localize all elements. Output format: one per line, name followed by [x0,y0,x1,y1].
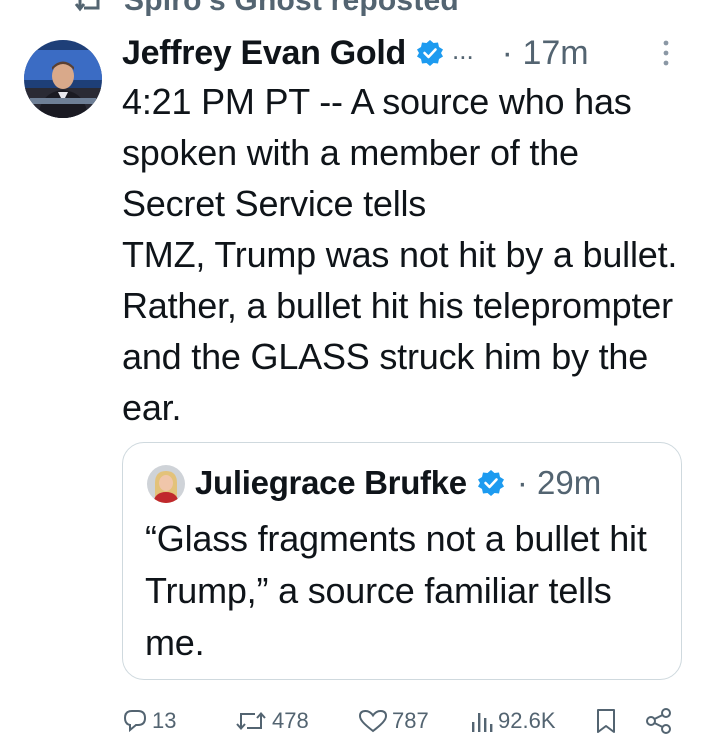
share-button[interactable] [644,704,674,738]
bookmark-icon [597,709,615,733]
verified-icon [417,40,443,66]
like-count: 787 [392,708,429,733]
share-icon [646,708,671,734]
retweet-icon [236,711,266,731]
repost-icon [74,0,100,12]
repost-label: Spiro's Ghost reposted [124,0,459,17]
tweet-header: Jeffrey Evan Gold ... · 17m [122,30,692,76]
like-button[interactable]: 787 [358,704,429,738]
repost-button[interactable]: 478 [234,704,309,738]
repost-count: 478 [272,708,309,733]
quote-timestamp: · 29m [516,464,602,501]
reply-count: 13 [152,708,177,733]
quote-avatar-image [147,465,185,503]
quote-author-name: Juliegrace Brufke [195,464,467,501]
more-icon[interactable] [662,38,670,68]
avatar-image [24,40,102,118]
views-button[interactable]: 92.6K [470,704,556,738]
views-count: 92.6K [498,708,556,733]
repost-context[interactable]: Spiro's Ghost reposted [74,0,459,17]
like-icon [358,709,388,733]
handle-truncated[interactable]: ... [452,35,474,66]
quote-text: “Glass fragments not a bullet hit Trump,… [145,518,647,663]
quote-avatar [147,465,185,503]
bookmark-button[interactable] [594,704,618,738]
action-bar: 13 478 787 92.6K [122,704,682,738]
avatar[interactable] [24,40,102,118]
tweet-text: 4:21 PM PT -- A source who has spoken wi… [122,81,678,428]
views-icon [472,713,493,732]
quoted-tweet[interactable]: Juliegrace Brufke · 29m “Glass fragments… [122,442,682,680]
quote-header: Juliegrace Brufke · 29m [195,461,601,505]
reply-button[interactable]: 13 [122,704,176,738]
author-name[interactable]: Jeffrey Evan Gold [122,34,406,73]
verified-icon [477,470,504,496]
timestamp[interactable]: · 17m [502,34,589,73]
reply-icon [123,710,147,733]
